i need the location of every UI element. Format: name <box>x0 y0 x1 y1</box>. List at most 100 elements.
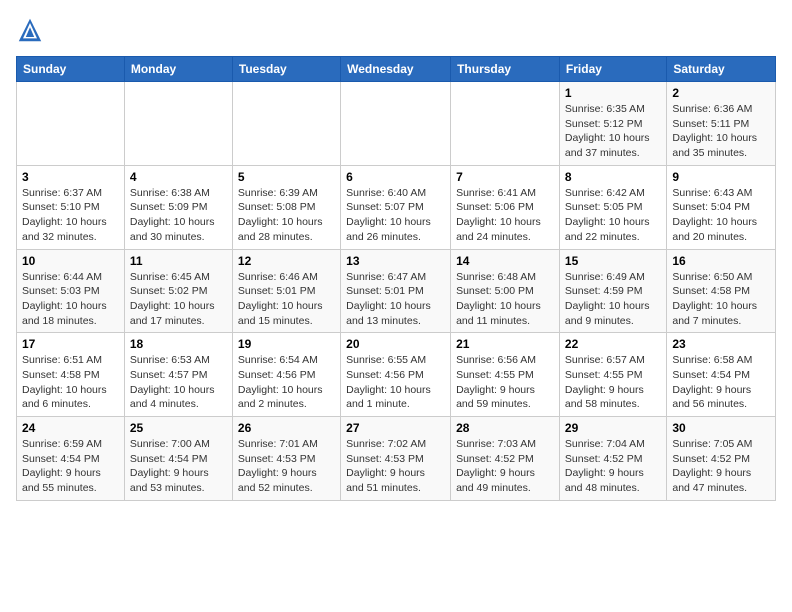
calendar-cell: 22 Sunrise: 6:57 AM Sunset: 4:55 PM Dayli… <box>559 333 666 417</box>
weekday-header: Monday <box>124 57 232 82</box>
calendar-header: SundayMondayTuesdayWednesdayThursdayFrid… <box>17 57 776 82</box>
calendar-cell: 7 Sunrise: 6:41 AM Sunset: 5:06 PM Daylig… <box>451 165 560 249</box>
calendar-cell: 28 Sunrise: 7:03 AM Sunset: 4:52 PM Dayli… <box>451 417 560 501</box>
day-number: 26 <box>238 421 335 435</box>
calendar-cell: 15 Sunrise: 6:49 AM Sunset: 4:59 PM Dayli… <box>559 249 666 333</box>
calendar-cell: 20 Sunrise: 6:55 AM Sunset: 4:56 PM Dayli… <box>341 333 451 417</box>
day-number: 13 <box>346 254 445 268</box>
calendar-cell: 6Sunrise: 6:40 AM Sunset: 5:07 PM Daylig… <box>341 165 451 249</box>
calendar-cell: 29 Sunrise: 7:04 AM Sunset: 4:52 PM Dayli… <box>559 417 666 501</box>
logo <box>16 16 48 44</box>
calendar-cell: 19 Sunrise: 6:54 AM Sunset: 4:56 PM Dayli… <box>232 333 340 417</box>
calendar-cell <box>341 82 451 166</box>
day-number: 24 <box>22 421 119 435</box>
calendar-cell: 21 Sunrise: 6:56 AM Sunset: 4:55 PM Dayli… <box>451 333 560 417</box>
calendar-cell: 2 Sunrise: 6:36 AM Sunset: 5:11 PM Daylig… <box>667 82 776 166</box>
day-info: Sunrise: 6:47 AM Sunset: 5:01 PM Dayligh… <box>346 270 445 329</box>
weekday-header: Tuesday <box>232 57 340 82</box>
day-info: Sunrise: 6:42 AM Sunset: 5:05 PM Dayligh… <box>565 186 661 245</box>
calendar-cell: 30Sunrise: 7:05 AM Sunset: 4:52 PM Dayli… <box>667 417 776 501</box>
day-info: Sunrise: 6:51 AM Sunset: 4:58 PM Dayligh… <box>22 353 119 412</box>
day-info: Sunrise: 6:50 AM Sunset: 4:58 PM Dayligh… <box>672 270 770 329</box>
day-number: 15 <box>565 254 661 268</box>
logo-icon <box>16 16 44 44</box>
day-info: Sunrise: 6:46 AM Sunset: 5:01 PM Dayligh… <box>238 270 335 329</box>
day-number: 4 <box>130 170 227 184</box>
day-number: 25 <box>130 421 227 435</box>
day-number: 2 <box>672 86 770 100</box>
day-number: 14 <box>456 254 554 268</box>
day-info: Sunrise: 6:55 AM Sunset: 4:56 PM Dayligh… <box>346 353 445 412</box>
weekday-header: Thursday <box>451 57 560 82</box>
day-info: Sunrise: 6:54 AM Sunset: 4:56 PM Dayligh… <box>238 353 335 412</box>
calendar-cell: 5 Sunrise: 6:39 AM Sunset: 5:08 PM Daylig… <box>232 165 340 249</box>
calendar-week: 24 Sunrise: 6:59 AM Sunset: 4:54 PM Dayli… <box>17 417 776 501</box>
day-info: Sunrise: 7:03 AM Sunset: 4:52 PM Dayligh… <box>456 437 554 496</box>
calendar-cell <box>17 82 125 166</box>
day-number: 6 <box>346 170 445 184</box>
calendar-cell: 3Sunrise: 6:37 AM Sunset: 5:10 PM Daylig… <box>17 165 125 249</box>
calendar-week: 1 Sunrise: 6:35 AM Sunset: 5:12 PM Daylig… <box>17 82 776 166</box>
day-number: 20 <box>346 337 445 351</box>
day-info: Sunrise: 6:48 AM Sunset: 5:00 PM Dayligh… <box>456 270 554 329</box>
calendar-cell: 8 Sunrise: 6:42 AM Sunset: 5:05 PM Daylig… <box>559 165 666 249</box>
day-number: 21 <box>456 337 554 351</box>
calendar-cell: 16Sunrise: 6:50 AM Sunset: 4:58 PM Dayli… <box>667 249 776 333</box>
page-header <box>16 16 776 44</box>
day-number: 27 <box>346 421 445 435</box>
day-number: 5 <box>238 170 335 184</box>
calendar-cell <box>451 82 560 166</box>
calendar-cell <box>232 82 340 166</box>
day-number: 10 <box>22 254 119 268</box>
day-info: Sunrise: 7:04 AM Sunset: 4:52 PM Dayligh… <box>565 437 661 496</box>
calendar-cell: 23 Sunrise: 6:58 AM Sunset: 4:54 PM Dayli… <box>667 333 776 417</box>
weekday-header: Sunday <box>17 57 125 82</box>
day-number: 28 <box>456 421 554 435</box>
calendar-cell: 1 Sunrise: 6:35 AM Sunset: 5:12 PM Daylig… <box>559 82 666 166</box>
calendar-cell: 9 Sunrise: 6:43 AM Sunset: 5:04 PM Daylig… <box>667 165 776 249</box>
weekday-header: Saturday <box>667 57 776 82</box>
day-number: 7 <box>456 170 554 184</box>
day-info: Sunrise: 7:01 AM Sunset: 4:53 PM Dayligh… <box>238 437 335 496</box>
day-number: 22 <box>565 337 661 351</box>
day-number: 17 <box>22 337 119 351</box>
day-info: Sunrise: 6:43 AM Sunset: 5:04 PM Dayligh… <box>672 186 770 245</box>
calendar-cell: 24 Sunrise: 6:59 AM Sunset: 4:54 PM Dayli… <box>17 417 125 501</box>
day-info: Sunrise: 6:35 AM Sunset: 5:12 PM Dayligh… <box>565 102 661 161</box>
day-number: 9 <box>672 170 770 184</box>
calendar-cell: 13 Sunrise: 6:47 AM Sunset: 5:01 PM Dayli… <box>341 249 451 333</box>
day-info: Sunrise: 6:58 AM Sunset: 4:54 PM Dayligh… <box>672 353 770 412</box>
calendar-table: SundayMondayTuesdayWednesdayThursdayFrid… <box>16 56 776 501</box>
day-number: 23 <box>672 337 770 351</box>
day-info: Sunrise: 6:59 AM Sunset: 4:54 PM Dayligh… <box>22 437 119 496</box>
day-info: Sunrise: 6:49 AM Sunset: 4:59 PM Dayligh… <box>565 270 661 329</box>
day-info: Sunrise: 6:53 AM Sunset: 4:57 PM Dayligh… <box>130 353 227 412</box>
calendar-cell: 26 Sunrise: 7:01 AM Sunset: 4:53 PM Dayli… <box>232 417 340 501</box>
day-info: Sunrise: 6:39 AM Sunset: 5:08 PM Dayligh… <box>238 186 335 245</box>
day-info: Sunrise: 6:45 AM Sunset: 5:02 PM Dayligh… <box>130 270 227 329</box>
day-info: Sunrise: 6:37 AM Sunset: 5:10 PM Dayligh… <box>22 186 119 245</box>
calendar-cell: 18 Sunrise: 6:53 AM Sunset: 4:57 PM Dayli… <box>124 333 232 417</box>
weekday-header: Friday <box>559 57 666 82</box>
day-number: 12 <box>238 254 335 268</box>
day-info: Sunrise: 6:56 AM Sunset: 4:55 PM Dayligh… <box>456 353 554 412</box>
day-info: Sunrise: 7:02 AM Sunset: 4:53 PM Dayligh… <box>346 437 445 496</box>
calendar-week: 17 Sunrise: 6:51 AM Sunset: 4:58 PM Dayli… <box>17 333 776 417</box>
calendar-week: 3Sunrise: 6:37 AM Sunset: 5:10 PM Daylig… <box>17 165 776 249</box>
calendar-cell: 11Sunrise: 6:45 AM Sunset: 5:02 PM Dayli… <box>124 249 232 333</box>
day-number: 1 <box>565 86 661 100</box>
day-number: 8 <box>565 170 661 184</box>
day-info: Sunrise: 6:41 AM Sunset: 5:06 PM Dayligh… <box>456 186 554 245</box>
day-number: 19 <box>238 337 335 351</box>
day-info: Sunrise: 6:38 AM Sunset: 5:09 PM Dayligh… <box>130 186 227 245</box>
day-info: Sunrise: 6:57 AM Sunset: 4:55 PM Dayligh… <box>565 353 661 412</box>
calendar-cell <box>124 82 232 166</box>
calendar-cell: 10 Sunrise: 6:44 AM Sunset: 5:03 PM Dayli… <box>17 249 125 333</box>
day-number: 18 <box>130 337 227 351</box>
day-info: Sunrise: 6:44 AM Sunset: 5:03 PM Dayligh… <box>22 270 119 329</box>
day-number: 29 <box>565 421 661 435</box>
calendar-cell: 27 Sunrise: 7:02 AM Sunset: 4:53 PM Dayli… <box>341 417 451 501</box>
calendar-cell: 25Sunrise: 7:00 AM Sunset: 4:54 PM Dayli… <box>124 417 232 501</box>
day-info: Sunrise: 6:36 AM Sunset: 5:11 PM Dayligh… <box>672 102 770 161</box>
calendar-cell: 14 Sunrise: 6:48 AM Sunset: 5:00 PM Dayli… <box>451 249 560 333</box>
